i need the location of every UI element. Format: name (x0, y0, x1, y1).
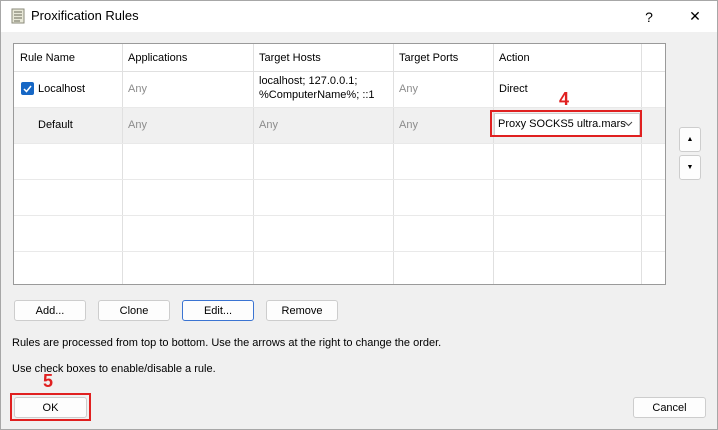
rule-target-ports[interactable]: Any (399, 119, 418, 131)
rule-name-localhost[interactable]: Localhost (38, 83, 85, 95)
rule-applications[interactable]: Any (128, 119, 147, 131)
arrow-down-icon: ▼ (686, 164, 694, 171)
rule-target-ports[interactable]: Any (399, 83, 418, 95)
rule-target-hosts-line2[interactable]: %ComputerName%; ::1 (259, 89, 375, 101)
column-header-action[interactable]: Action (499, 52, 530, 64)
help-button[interactable]: ? (627, 1, 671, 32)
add-button[interactable]: Add... (14, 300, 86, 321)
column-header-target-ports[interactable]: Target Ports (399, 52, 458, 64)
rule-action[interactable]: Direct (499, 83, 528, 95)
edit-button[interactable]: Edit... (182, 300, 254, 321)
move-up-button[interactable]: ▲ (679, 127, 701, 152)
rule-target-hosts-line1[interactable]: localhost; 127.0.0.1; (259, 75, 357, 87)
rules-list-icon (11, 8, 25, 24)
column-header-target-hosts[interactable]: Target Hosts (259, 52, 321, 64)
remove-button[interactable]: Remove (266, 300, 338, 321)
proxification-rules-dialog: Proxification Rules ? ✕ Rule Name Applic… (0, 0, 718, 430)
cancel-button[interactable]: Cancel (633, 397, 706, 418)
title-bar: Proxification Rules ? ✕ (1, 1, 717, 32)
info-text-order: Rules are processed from top to bottom. … (12, 337, 442, 349)
window-title: Proxification Rules (31, 8, 139, 23)
checkmark-icon (23, 85, 32, 93)
annotation-step4-number: 4 (559, 89, 570, 109)
ok-button[interactable]: OK (14, 397, 87, 418)
rule-name-default[interactable]: Default (38, 119, 73, 131)
rules-table[interactable]: Rule Name Applications Target Hosts Targ… (13, 43, 666, 285)
move-down-button[interactable]: ▼ (679, 155, 701, 180)
annotation-box-step4 (490, 110, 642, 137)
rule-applications[interactable]: Any (128, 83, 147, 95)
rule-enabled-checkbox[interactable] (21, 82, 34, 95)
rule-target-hosts[interactable]: Any (259, 119, 278, 131)
column-header-rule-name[interactable]: Rule Name (20, 52, 75, 64)
close-button[interactable]: ✕ (673, 1, 717, 32)
column-header-applications[interactable]: Applications (128, 52, 187, 64)
clone-button[interactable]: Clone (98, 300, 170, 321)
annotation-step5-number: 5 (43, 371, 54, 391)
arrow-up-icon: ▲ (686, 136, 694, 143)
